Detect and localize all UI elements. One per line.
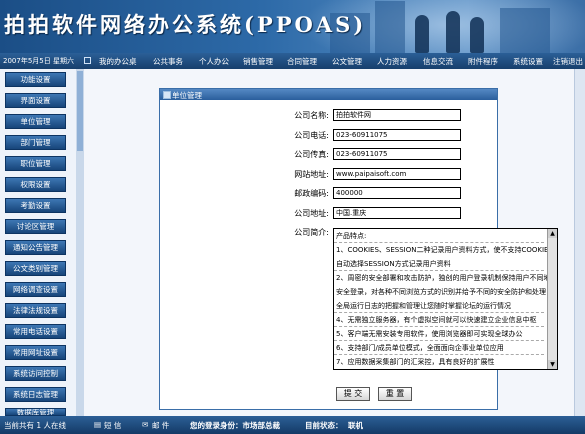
status-bar: 当前共有 1 人在线 ▤ 短 信 ✉ 邮 件 您的登录身份：市场部总裁 目前状态… — [0, 416, 585, 434]
company-intro-textarea[interactable]: 产品特点: 1、COOKIES、SESSION二种记录用户资料方式，使不支持CO… — [333, 228, 558, 370]
sidebar-item-permission-settings[interactable]: 权限设置 — [5, 177, 66, 192]
sidebar-item-interface-settings[interactable]: 界面设置 — [5, 93, 66, 108]
intro-line: 安全登录，对各种不同浏览方式的识别并给予不同的安全防护和处理，对 — [336, 288, 558, 296]
intro-line: 自动选择SESSION方式记录用户资料 — [336, 260, 451, 268]
state-value: 联机 — [348, 421, 363, 430]
nav-contracts[interactable]: 合同管理 — [287, 56, 317, 67]
submit-button[interactable]: 提 交 — [336, 387, 370, 401]
website-label: 网站地址: — [294, 170, 329, 179]
building-silhouette — [375, 1, 405, 53]
intro-line: 2、周密的安全部署和攻击防护，独创的用户登录机制保持用户不同地点的 — [336, 274, 558, 282]
postcode-label: 邮政编码: — [294, 189, 329, 198]
person-silhouette — [415, 15, 429, 53]
person-silhouette — [470, 17, 484, 53]
company-name-input[interactable]: 拍拍软件网 — [333, 109, 461, 121]
company-fax-label: 公司传真: — [294, 150, 329, 159]
nav-hr[interactable]: 人力资源 — [377, 56, 407, 67]
nav-public-affairs[interactable]: 公共事务 — [153, 56, 183, 67]
nav-sales[interactable]: 销售管理 — [243, 56, 273, 67]
sidebar-item-log-management[interactable]: 系统日志管理 — [5, 387, 66, 402]
nav-logout[interactable]: 注销退出 — [553, 56, 583, 67]
unit-management-panel: 单位管理 公司名称: 拍拍软件网 公司电话: 023-60911075 公司传真… — [159, 88, 558, 410]
online-count: 当前共有 1 人在线 — [4, 421, 67, 430]
panel-title: 单位管理 — [172, 91, 202, 100]
company-address-label: 公司地址: — [294, 209, 329, 218]
sidebar-item-access-control[interactable]: 系统访问控制 — [5, 366, 66, 381]
sidebar-item-database-management[interactable]: 数据库管理 — [5, 408, 66, 416]
reset-button[interactable]: 重 置 — [378, 387, 412, 401]
state-label: 目前状态： — [305, 421, 343, 430]
sms-link[interactable]: 短 信 — [104, 420, 121, 431]
sidebar-item-function-settings[interactable]: 功能设置 — [5, 72, 66, 87]
intro-line: 1、COOKIES、SESSION二种记录用户资料方式，使不支持COOKIES的… — [336, 246, 558, 254]
header-banner: 拍拍软件网络办公系统(PPOAS) — [0, 0, 585, 53]
company-phone-label: 公司电话: — [294, 131, 329, 140]
company-fax-input[interactable]: 023-60911075 — [333, 148, 461, 160]
intro-line: 4、无需独立服务器，有个虚拟空间就可以快速建立企业信息中枢 — [336, 316, 537, 324]
nav-personal-office[interactable]: 个人办公 — [199, 56, 229, 67]
sidebar-item-url-settings[interactable]: 常用网址设置 — [5, 345, 66, 360]
panel-header: 单位管理 — [160, 89, 497, 100]
website-input[interactable]: www.paipaisoft.com — [333, 168, 461, 180]
nav-messages[interactable]: 信息交流 — [423, 56, 453, 67]
building-silhouette — [500, 8, 550, 53]
sidebar-item-unit-management[interactable]: 单位管理 — [5, 114, 66, 129]
sidebar-item-document-category[interactable]: 公文类别管理 — [5, 261, 66, 276]
intro-line: 6、支持部门/成员单位模式，全面面向企事业单位应用 — [336, 344, 504, 352]
sidebar-item-survey-settings[interactable]: 网络调查设置 — [5, 282, 66, 297]
sms-icon[interactable]: ▤ — [94, 420, 101, 429]
sidebar-scroll-thumb[interactable] — [77, 71, 83, 151]
intro-scrollbar[interactable]: ▲ ▼ — [547, 229, 557, 369]
sidebar-item-attendance-settings[interactable]: 考勤设置 — [5, 198, 66, 213]
sidebar-item-forum-management[interactable]: 讨论区管理 — [5, 219, 66, 234]
mail-icon[interactable]: ✉ — [142, 420, 148, 429]
main-content: 单位管理 公司名称: 拍拍软件网 公司电话: 023-60911075 公司传真… — [84, 69, 585, 416]
person-silhouette — [446, 11, 460, 53]
panel-header-icon — [163, 91, 171, 99]
nav-attachments[interactable]: 附件程序 — [468, 56, 498, 67]
sidebar-item-position-management[interactable]: 职位管理 — [5, 156, 66, 171]
login-identity: 您的登录身份：市场部总裁 — [190, 421, 280, 430]
postcode-input[interactable]: 400000 — [333, 187, 461, 199]
intro-line: 全局运行日志的把握和管理让您随时掌握论坛的运行情况 — [336, 302, 511, 310]
nav-my-desk[interactable]: 我的办公桌 — [99, 56, 137, 67]
sidebar-item-law-settings[interactable]: 法律法规设置 — [5, 303, 66, 318]
intro-line: 7、应用数据采集部门的汇采控，具有良好的扩展性 — [336, 358, 495, 366]
intro-line: 产品特点: — [336, 232, 367, 240]
sidebar-item-department-management[interactable]: 部门管理 — [5, 135, 66, 150]
sidebar-scrollbar[interactable] — [76, 69, 84, 416]
intro-line: 5、客户端无需安装专用软件，使用浏览器即可实现全球办公 — [336, 330, 523, 338]
sidebar: 功能设置 界面设置 单位管理 部门管理 职位管理 权限设置 考勤设置 讨论区管理… — [0, 69, 84, 416]
mail-link[interactable]: 邮 件 — [152, 420, 169, 431]
app-title: 拍拍软件网络办公系统(PPOAS) — [4, 12, 367, 37]
current-date: 2007年5月5日 星期六 — [3, 57, 74, 65]
company-address-input[interactable]: 中国.重庆 — [333, 207, 461, 219]
company-name-label: 公司名称: — [294, 111, 329, 120]
nav-documents[interactable]: 公文管理 — [332, 56, 362, 67]
company-phone-input[interactable]: 023-60911075 — [333, 129, 461, 141]
scroll-up-icon[interactable]: ▲ — [548, 229, 557, 238]
sidebar-item-phone-settings[interactable]: 常用电话设置 — [5, 324, 66, 339]
nav-system-settings[interactable]: 系统设置 — [513, 56, 543, 67]
company-intro-label: 公司简介: — [294, 228, 329, 237]
sidebar-item-notice-management[interactable]: 通知公告管理 — [5, 240, 66, 255]
scroll-down-icon[interactable]: ▼ — [548, 360, 557, 369]
top-nav: 2007年5月5日 星期六 我的办公桌 公共事务 个人办公 销售管理 合同管理 … — [0, 53, 585, 69]
menu-icon[interactable] — [84, 57, 91, 64]
main-scrollbar[interactable] — [574, 69, 585, 416]
